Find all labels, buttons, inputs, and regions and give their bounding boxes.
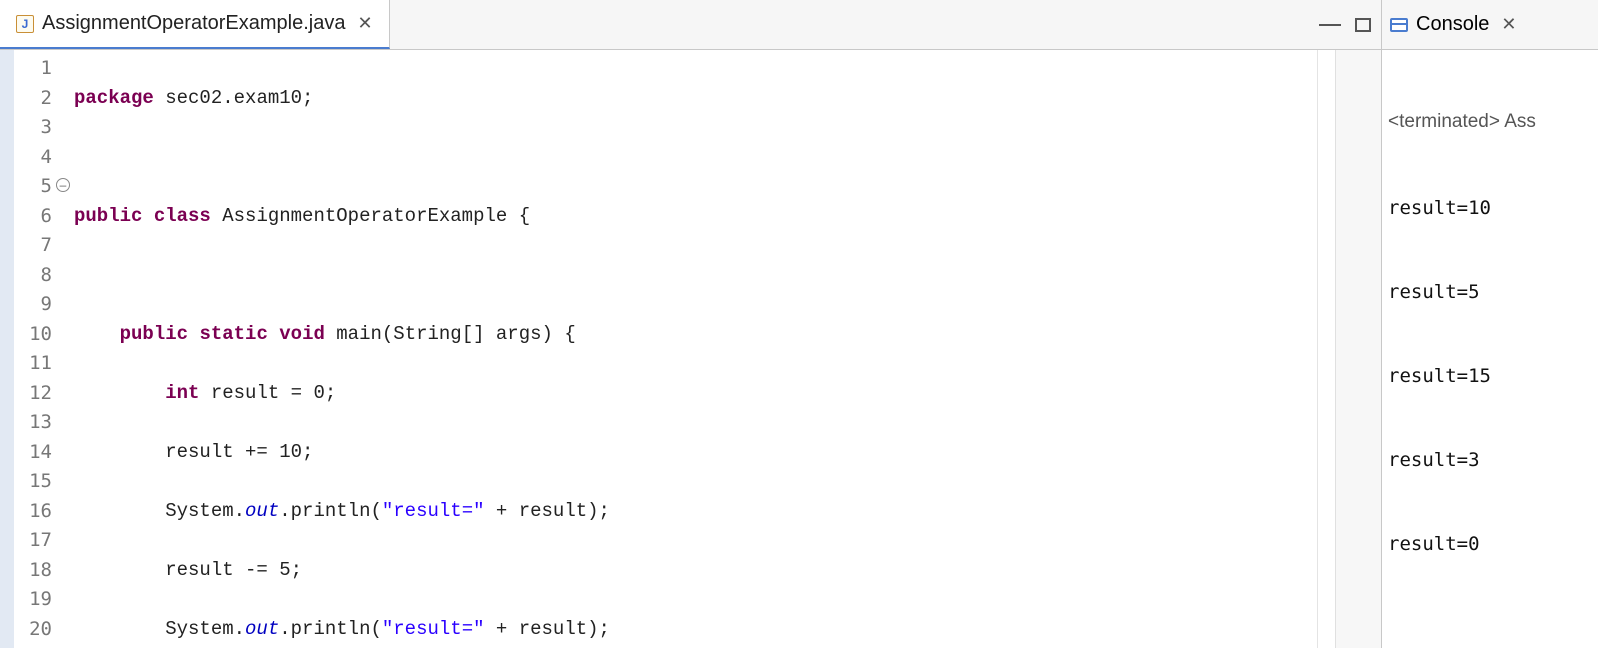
- line-number: 13: [14, 408, 60, 438]
- editor-toolbar-right: [1319, 0, 1371, 49]
- overview-ruler: [1317, 50, 1335, 648]
- line-number: 2: [14, 84, 60, 114]
- line-number: 12: [14, 379, 60, 409]
- editor-tab[interactable]: J AssignmentOperatorExample.java ✕: [0, 0, 390, 49]
- line-number: 14: [14, 438, 60, 468]
- console-icon: [1390, 18, 1408, 32]
- line-number: 19: [14, 585, 60, 615]
- console-line: result=10: [1388, 194, 1592, 222]
- editor-tabbar: J AssignmentOperatorExample.java ✕: [0, 0, 1381, 50]
- line-number: 18: [14, 556, 60, 586]
- console-body[interactable]: <terminated> Ass result=10 result=5 resu…: [1382, 50, 1598, 648]
- console-status: <terminated> Ass: [1388, 108, 1592, 138]
- editor-pane: J AssignmentOperatorExample.java ✕ 1 2 3…: [0, 0, 1382, 648]
- maximize-icon[interactable]: [1355, 18, 1371, 32]
- line-number: 6: [14, 202, 60, 232]
- line-number: 1: [14, 54, 60, 84]
- line-gutter: 1 2 3 4 5– 6 7 8 9 10 11 12 13 14 15 16 …: [14, 50, 60, 648]
- line-number: 4: [14, 143, 60, 173]
- code-area[interactable]: package sec02.exam10; public class Assig…: [60, 50, 1317, 648]
- line-number: 10: [14, 320, 60, 350]
- line-number: 16: [14, 497, 60, 527]
- close-icon[interactable]: ✕: [1501, 14, 1516, 35]
- line-number: 7: [14, 231, 60, 261]
- console-line: result=15: [1388, 362, 1592, 390]
- line-number: 3: [14, 113, 60, 143]
- minimize-icon[interactable]: [1319, 24, 1341, 26]
- console-title: Console: [1416, 13, 1489, 36]
- left-ruler: [0, 50, 14, 648]
- console-pane: Console ✕ <terminated> Ass result=10 res…: [1382, 0, 1598, 648]
- console-tabbar: Console ✕: [1382, 0, 1598, 50]
- console-line: result=5: [1388, 278, 1592, 306]
- line-number: 15: [14, 467, 60, 497]
- line-number: 20: [14, 615, 60, 645]
- editor-body: 1 2 3 4 5– 6 7 8 9 10 11 12 13 14 15 16 …: [0, 50, 1381, 648]
- java-file-icon: J: [16, 15, 34, 33]
- close-icon[interactable]: ✕: [357, 13, 372, 34]
- console-line: result=0: [1388, 530, 1592, 558]
- line-number: 17: [14, 526, 60, 556]
- line-number: 11: [14, 349, 60, 379]
- scroll-area[interactable]: [1335, 50, 1381, 648]
- console-line: result=3: [1388, 446, 1592, 474]
- line-number: 8: [14, 261, 60, 291]
- line-number: 5–: [14, 172, 60, 202]
- line-number: 9: [14, 290, 60, 320]
- editor-tab-filename: AssignmentOperatorExample.java: [42, 12, 345, 35]
